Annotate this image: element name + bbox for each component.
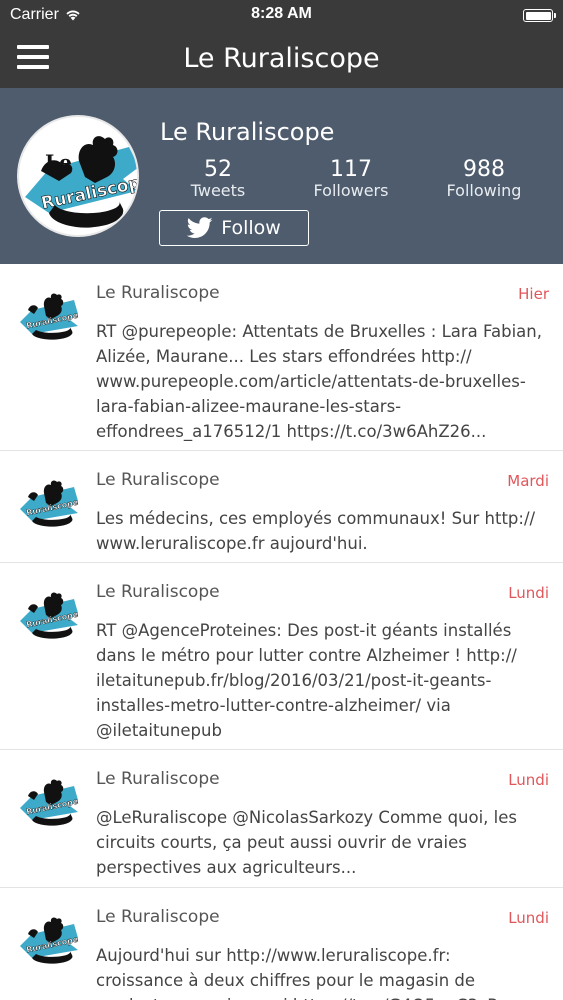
tweet-time: Mardi: [507, 472, 549, 490]
profile-avatar[interactable]: Le Ruraliscope: [17, 115, 139, 237]
tweet-list: Ruraliscope Le Ruraliscope Hier RT @pure…: [0, 264, 563, 1000]
tweet-author[interactable]: Le Ruraliscope: [96, 582, 220, 602]
stat-followers-value: 117: [330, 157, 372, 182]
nav-bar: Le Ruraliscope: [0, 31, 563, 88]
ruraliscope-logo-icon: Le Ruraliscope: [25, 136, 137, 228]
follow-label: Follow: [221, 217, 281, 239]
profile-header: Le Ruraliscope Le Ruraliscope 52 Tweets …: [0, 88, 563, 264]
stat-following[interactable]: 988 Following: [424, 158, 544, 200]
tweet-text: @LeRuraliscope @NicolasSarkozy Comme quo…: [96, 808, 518, 877]
tweet-author[interactable]: Le Ruraliscope: [96, 907, 220, 927]
tweet-item[interactable]: Ruraliscope Le Ruraliscope Hier RT @pure…: [0, 264, 563, 451]
tweet-time: Lundi: [508, 909, 549, 927]
tweet-author[interactable]: Le Ruraliscope: [96, 769, 220, 789]
ruraliscope-avatar-icon: Ruraliscope: [20, 592, 80, 639]
stat-tweets[interactable]: 52 Tweets: [158, 158, 278, 200]
tweet-item[interactable]: Ruraliscope Le Ruraliscope Lundi RT @Age…: [0, 563, 563, 750]
tweet-time: Hier: [518, 285, 549, 303]
ruraliscope-avatar-icon: Ruraliscope: [20, 917, 80, 964]
tweet-time: Lundi: [508, 584, 549, 602]
battery-icon: [523, 9, 556, 22]
stat-following-label: Following: [446, 181, 522, 200]
tweet-text: RT @purepeople: Attentats de Bruxelles :…: [96, 322, 542, 441]
status-time: 8:28 AM: [251, 5, 312, 22]
tweet-author[interactable]: Le Ruraliscope: [96, 283, 220, 303]
tweet-text: RT @AgenceProteines: Des post-it géants …: [96, 621, 517, 740]
tweet-text: Les médecins, ces employés communaux! Su…: [96, 509, 536, 553]
ruraliscope-avatar-icon: Ruraliscope: [20, 480, 80, 527]
tweet-time: Lundi: [508, 771, 549, 789]
svg-text:Le: Le: [45, 150, 72, 174]
tweet-item[interactable]: Ruraliscope Le Ruraliscope Lundi @LeRura…: [0, 750, 563, 888]
stat-tweets-label: Tweets: [190, 181, 246, 200]
stat-following-value: 988: [463, 157, 505, 182]
ruraliscope-avatar-icon: Ruraliscope: [20, 293, 80, 340]
tweet-author[interactable]: Le Ruraliscope: [96, 470, 220, 490]
profile-name: Le Ruraliscope: [160, 118, 335, 146]
stat-tweets-value: 52: [204, 157, 232, 182]
tweet-item[interactable]: Ruraliscope Le Ruraliscope Mardi Les méd…: [0, 451, 563, 563]
tweet-text: Aujourd'hui sur http://www.leruraliscope…: [96, 946, 499, 1000]
stat-followers[interactable]: 117 Followers: [291, 158, 411, 200]
status-bar: Carrier 8:28 AM: [0, 0, 563, 31]
nav-title: Le Ruraliscope: [183, 43, 380, 74]
ruraliscope-avatar-icon: Ruraliscope: [20, 779, 80, 826]
follow-button[interactable]: Follow: [159, 210, 309, 246]
stat-followers-label: Followers: [313, 181, 389, 200]
twitter-bird-icon: [187, 217, 213, 238]
tweet-item[interactable]: Ruraliscope Le Ruraliscope Lundi Aujourd…: [0, 888, 563, 1000]
